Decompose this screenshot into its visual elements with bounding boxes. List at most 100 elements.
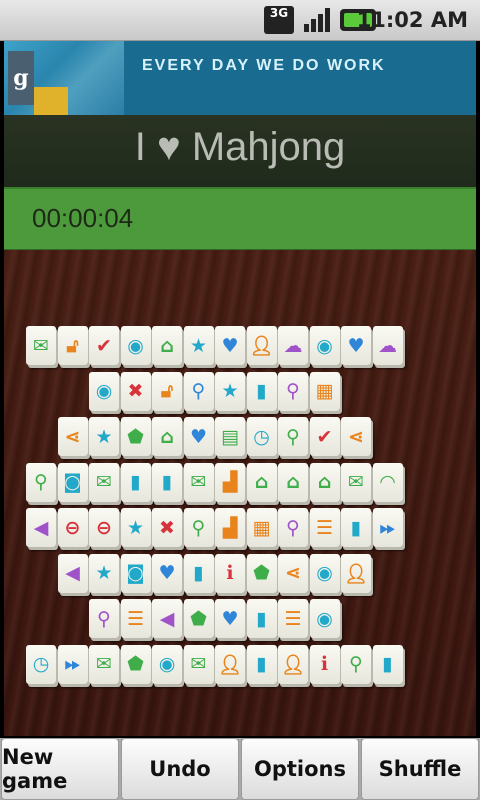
mahjong-tile[interactable]: ♥ <box>215 326 245 365</box>
new-game-button[interactable]: New game <box>1 738 119 800</box>
mahjong-tile[interactable]: 👤︎ <box>278 644 308 684</box>
options-button[interactable]: Options <box>241 738 359 800</box>
mahjong-tile[interactable]: ▟ <box>215 508 245 547</box>
person-icon: 👤︎ <box>249 335 274 357</box>
mahjong-tile[interactable]: ▮ <box>372 644 403 684</box>
mahjong-tile[interactable]: ✉ <box>341 462 371 502</box>
mahjong-tile[interactable]: ✉ <box>89 644 119 684</box>
mahjong-tile[interactable]: ◉ <box>309 553 340 593</box>
mahjong-tile[interactable]: ♥ <box>183 417 214 456</box>
mahjong-tile[interactable]: ▦ <box>246 508 277 547</box>
mahjong-tile[interactable]: ⋖ <box>57 417 88 456</box>
mahjong-tile[interactable]: ▮ <box>183 553 214 593</box>
mahjong-tile[interactable]: ⬟ <box>120 644 151 684</box>
shuffle-button[interactable]: Shuffle <box>361 738 479 800</box>
mahjong-tile[interactable]: ✉ <box>183 644 214 684</box>
mahjong-tile[interactable]: ◠ <box>372 462 403 502</box>
mahjong-tile[interactable]: ✔ <box>89 326 119 365</box>
person-icon: 👤︎ <box>217 653 243 676</box>
mahjong-tile[interactable]: ⬟ <box>120 417 151 456</box>
mahjong-tile[interactable]: ⌂ <box>152 326 182 365</box>
mahjong-tile[interactable]: ✔ <box>309 417 340 456</box>
mahjong-tile[interactable]: ★ <box>89 553 119 593</box>
mahjong-tile[interactable]: ⌂ <box>152 417 182 456</box>
mahjong-tile[interactable]: ◷ <box>26 644 56 684</box>
bookmark-icon: ▮ <box>130 471 141 493</box>
bookmark-icon: ▮ <box>161 471 173 493</box>
mahjong-tile[interactable]: ◉ <box>152 644 182 684</box>
mahjong-tile[interactable]: ⊖ <box>89 508 119 547</box>
mahjong-tile[interactable]: ⚲ <box>89 599 119 638</box>
mahjong-tile[interactable]: ✖ <box>152 508 182 547</box>
mahjong-tile[interactable]: ◀ <box>57 553 88 593</box>
mahjong-tile[interactable]: ☰ <box>120 599 151 638</box>
mahjong-tile[interactable]: ♥ <box>341 326 371 365</box>
mahjong-tile[interactable]: ◉ <box>309 326 340 365</box>
mahjong-tile[interactable]: ✉ <box>26 326 56 365</box>
envelope-icon: ✉ <box>190 471 207 493</box>
share-icon: ⋖ <box>64 425 81 448</box>
mahjong-tile[interactable]: ⌂ <box>246 462 277 502</box>
mahjong-tile[interactable]: ⋖ <box>278 553 308 593</box>
title-left: I <box>134 125 146 169</box>
mahjong-tile[interactable]: ⏩︎ <box>57 644 88 684</box>
mahjong-tile[interactable]: ⚲ <box>278 417 308 456</box>
undo-button[interactable]: Undo <box>121 738 239 800</box>
elapsed-timer: 00:00:04 <box>32 203 134 233</box>
mahjong-tile[interactable]: ◷ <box>246 417 277 456</box>
mahjong-tile[interactable]: ◙ <box>120 553 151 593</box>
mahjong-tile[interactable]: ▦ <box>309 371 340 411</box>
mahjong-tile[interactable]: ✉ <box>183 462 214 502</box>
speaker-icon: ◀ <box>159 607 175 630</box>
mahjong-tile[interactable]: 👤︎ <box>215 644 245 684</box>
mahjong-tile[interactable]: ⚲ <box>183 508 214 547</box>
mahjong-tile[interactable]: ▮ <box>152 462 182 502</box>
mahjong-tile[interactable]: 👤︎ <box>246 326 277 365</box>
mahjong-tile[interactable]: ★ <box>183 326 214 365</box>
mahjong-tile[interactable]: ⋖ <box>341 417 371 456</box>
mahjong-tile[interactable]: ☰ <box>278 599 308 638</box>
mahjong-tile[interactable]: ☁ <box>278 326 308 365</box>
mahjong-tile[interactable]: ▮ <box>246 599 277 638</box>
mahjong-tile[interactable]: ⚲ <box>341 644 371 684</box>
mahjong-tile[interactable]: ★ <box>215 371 245 411</box>
mahjong-tile[interactable]: ◀ <box>152 599 182 638</box>
mahjong-tile[interactable]: ♥ <box>152 553 182 593</box>
mahjong-tile[interactable]: 🔓︎ <box>57 326 88 365</box>
mahjong-tile[interactable]: ▤ <box>215 417 245 456</box>
mahjong-tile[interactable]: ◉ <box>309 599 340 638</box>
mahjong-tile[interactable]: ▟ <box>215 462 245 502</box>
mahjong-tile[interactable]: ▮ <box>341 508 371 547</box>
mahjong-tile[interactable]: ◙ <box>57 462 88 502</box>
mahjong-tile[interactable]: i <box>309 644 340 684</box>
mahjong-tile[interactable]: ▮ <box>246 644 277 684</box>
mahjong-tile[interactable]: i <box>215 553 245 593</box>
mahjong-tile[interactable]: ⬟ <box>246 553 277 593</box>
mahjong-tile[interactable]: ⚲ <box>183 371 214 411</box>
mahjong-tile[interactable]: ⌂ <box>278 462 308 502</box>
mahjong-tile[interactable]: ✖ <box>120 371 151 411</box>
star-icon: ★ <box>221 380 239 402</box>
mahjong-tile[interactable]: ⌂ <box>309 462 340 502</box>
ad-banner[interactable]: g EVERY DAY WE DO WORK <box>4 41 476 115</box>
mahjong-tile[interactable]: ▮ <box>246 371 277 411</box>
mahjong-tile[interactable]: ▮ <box>120 462 151 502</box>
mahjong-tile[interactable]: ⏩︎ <box>372 508 403 547</box>
mahjong-tile[interactable]: ★ <box>89 417 119 456</box>
mahjong-tile[interactable]: ✉ <box>89 462 119 502</box>
mahjong-tile[interactable]: ⚲ <box>278 508 308 547</box>
mahjong-tile[interactable]: 🔓︎ <box>152 371 182 411</box>
mahjong-tile[interactable]: ☁ <box>372 326 403 365</box>
mahjong-tile[interactable]: ⚲ <box>278 371 308 411</box>
mahjong-tile[interactable]: ♥ <box>215 599 245 638</box>
minus-circle-icon: ⊖ <box>64 516 81 539</box>
mahjong-tile[interactable]: ◀ <box>26 508 56 547</box>
mahjong-tile[interactable]: ⚲ <box>26 462 56 502</box>
mahjong-tile[interactable]: 👤︎ <box>341 553 371 593</box>
mahjong-tile[interactable]: ◉ <box>89 371 119 411</box>
mahjong-tile[interactable]: ⬟ <box>183 599 214 638</box>
mahjong-tile[interactable]: ⊖ <box>57 508 88 547</box>
mahjong-tile[interactable]: ★ <box>120 508 151 547</box>
mahjong-tile[interactable]: ◉ <box>120 326 151 365</box>
mahjong-tile[interactable]: ☰ <box>309 508 340 547</box>
